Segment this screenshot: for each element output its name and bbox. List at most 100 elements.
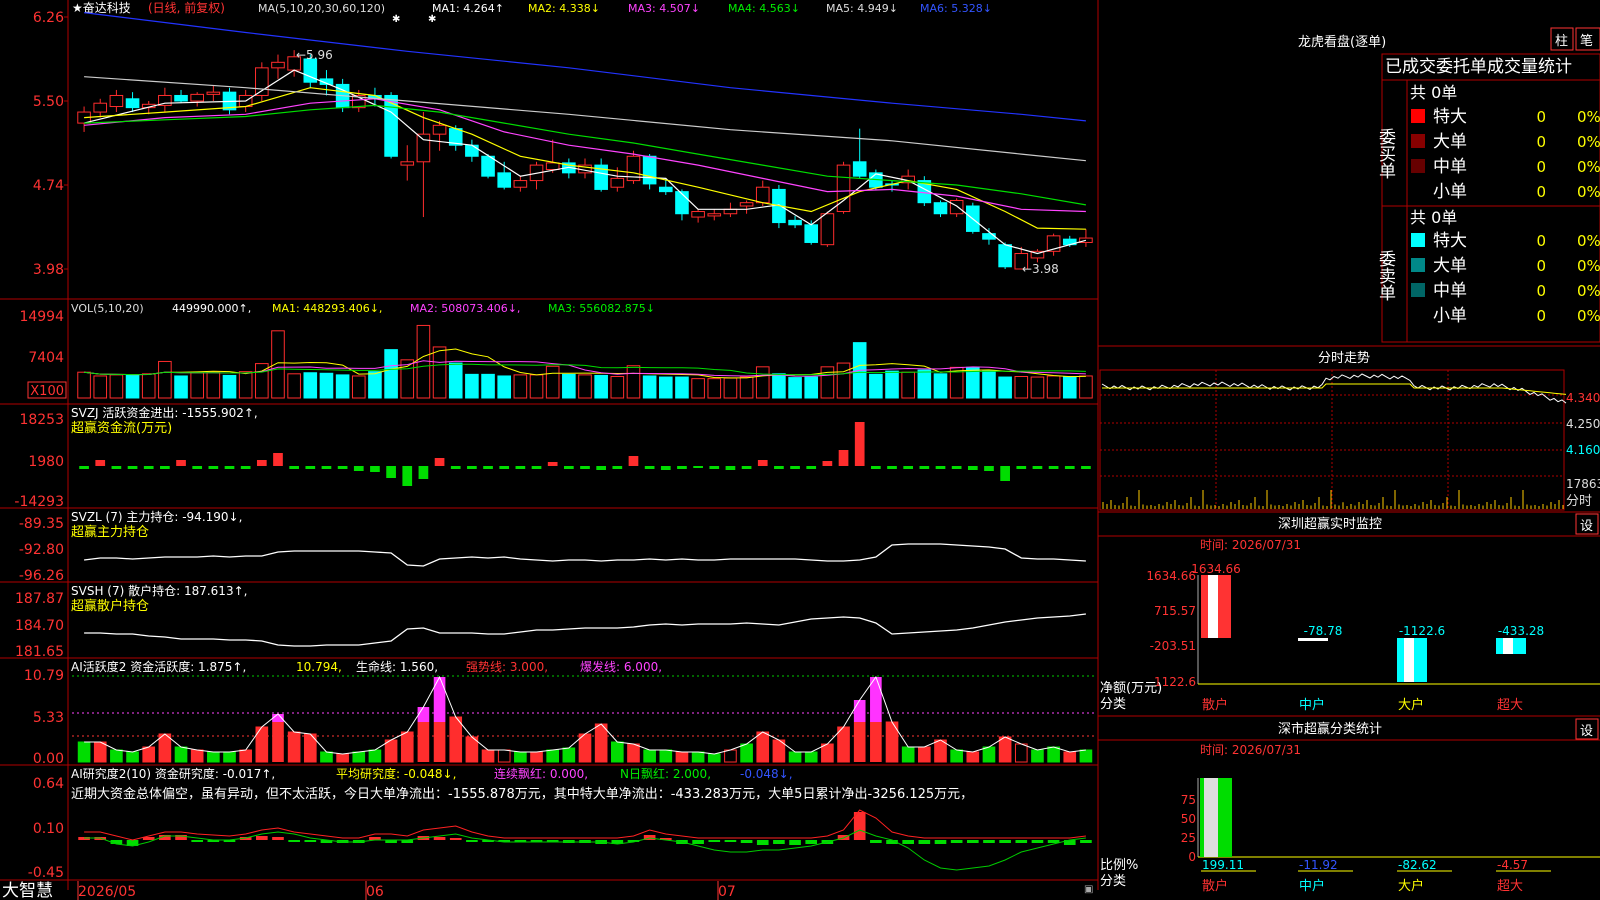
sell-row-count: 0 bbox=[1536, 232, 1546, 250]
ai-active-bar bbox=[756, 731, 770, 763]
bi-button[interactable]: 笔 bbox=[1580, 33, 1593, 49]
svzl-header: SVZL (7) 主力持仓: -94.190↓, bbox=[71, 509, 242, 524]
svzj-bar bbox=[984, 466, 994, 471]
candle-body bbox=[642, 155, 657, 185]
volume-bar bbox=[271, 330, 285, 399]
ai-active-bar bbox=[77, 741, 91, 763]
ai-research-bar bbox=[1080, 840, 1092, 843]
ai-research-panel[interactable]: AI研究度2(10) 资金研究度: -0.017↑, 平均研究度: -0.048… bbox=[28, 766, 1092, 881]
price-panel[interactable]: ★奋达科技 (日线, 前复权) MA(5,10,20,30,60,120) MA… bbox=[33, 0, 1093, 278]
svzj-bar bbox=[434, 458, 445, 466]
ai-active-bar bbox=[934, 739, 947, 763]
classify-panel[interactable]: 深市超赢分类统计 设 时间: 2026/07/31 75 50 25 0 比例%… bbox=[1098, 715, 1600, 894]
period-note[interactable]: (日线, 前复权) bbox=[148, 0, 225, 15]
ai-research-comment: 近期大资金总体偏空，虽有异动，但不太活跃，今日大单净流出：-1555.878万元… bbox=[71, 786, 973, 802]
svzj-bar bbox=[353, 466, 364, 471]
volume-bar bbox=[901, 371, 915, 399]
svzj-bar bbox=[321, 466, 332, 469]
classify-tick: 25 bbox=[1181, 831, 1196, 845]
sell-side-label: 委卖单 bbox=[1375, 250, 1396, 301]
fenshi-tick: 4.160 bbox=[1566, 443, 1600, 457]
ai-active-bar bbox=[320, 751, 333, 763]
volume-bar bbox=[610, 376, 625, 399]
candle-body bbox=[190, 93, 204, 102]
candlestick-series[interactable] bbox=[77, 50, 1093, 270]
svzj-bar bbox=[1081, 466, 1091, 469]
ai-active-bar bbox=[174, 746, 188, 763]
ai-active-tick: 5.33 bbox=[33, 710, 64, 726]
volume-bar bbox=[658, 376, 673, 399]
candle-body bbox=[610, 177, 625, 188]
stock-chart-canvas[interactable]: ★奋达科技 (日线, 前复权) MA(5,10,20,30,60,120) MA… bbox=[0, 0, 1600, 900]
svsh-tick: 184.70 bbox=[15, 618, 64, 634]
volume-bars[interactable] bbox=[77, 324, 1093, 399]
svzj-panel[interactable]: SVZJ 活跃资金进出: -1555.902↑, 超赢资金流(万元) 18253… bbox=[14, 405, 1091, 510]
svzj-bar bbox=[111, 466, 122, 469]
svzj-bar bbox=[563, 466, 574, 469]
volume-bar bbox=[1079, 375, 1093, 399]
svzj-bar bbox=[256, 460, 267, 466]
ai-research-bar bbox=[304, 840, 317, 842]
ai-active-bar bbox=[272, 722, 284, 762]
svzj-bar bbox=[854, 422, 865, 466]
sell-row-count: 0 bbox=[1536, 282, 1546, 300]
event-marker-icon[interactable]: ✱ bbox=[392, 14, 400, 25]
svzj-bar bbox=[192, 466, 203, 469]
event-marker-icon[interactable]: ✱ bbox=[428, 14, 436, 25]
svzj-bar bbox=[305, 466, 316, 469]
svsh-header: SVSH (7) 散户持仓: 187.613↑, bbox=[71, 583, 247, 598]
ma-line-5 bbox=[84, 76, 1086, 162]
volume-bar bbox=[578, 374, 592, 399]
svzj-bar bbox=[224, 466, 235, 469]
ai-research-bar bbox=[773, 840, 785, 844]
volume-bar bbox=[772, 373, 786, 399]
classify-settings-button[interactable]: 设 bbox=[1580, 724, 1593, 739]
ai-active-bar bbox=[207, 751, 220, 763]
buy-swatch bbox=[1411, 184, 1425, 198]
ma4-value: MA4: 4.563↓ bbox=[728, 2, 800, 15]
zhu-button[interactable]: 柱 bbox=[1555, 34, 1568, 49]
sell-row-pct: 0% bbox=[1577, 282, 1600, 300]
fenshi-tick: 4.340 bbox=[1566, 391, 1600, 405]
candle-body bbox=[804, 224, 819, 243]
svzj-bar bbox=[418, 466, 429, 479]
svzj-bar bbox=[612, 466, 623, 469]
classify-tick: 50 bbox=[1181, 812, 1196, 826]
ai-active-bar bbox=[740, 743, 753, 763]
svzj-bar bbox=[887, 466, 897, 469]
ai-active-panel[interactable]: AI活跃度2 资金活跃度: 1.875↑, 10.794, 生命线: 1.560… bbox=[24, 659, 1096, 767]
ai-research-bar bbox=[950, 840, 963, 843]
sell-row-pct: 0% bbox=[1577, 257, 1600, 275]
volume-panel[interactable]: VOL(5,10,20) 449990.000↑, MA1: 448293.40… bbox=[19, 302, 1093, 399]
ai-research-bar bbox=[934, 840, 947, 844]
svzj-bar bbox=[337, 466, 348, 469]
monitor-cat-label: 分类 bbox=[1100, 697, 1126, 712]
svzl-panel[interactable]: SVZL (7) 主力持仓: -94.190↓, 超赢主力持仓 -89.35 -… bbox=[19, 509, 1086, 584]
ai-research-header: AI研究度2(10) 资金研究度: -0.017↑, bbox=[71, 766, 275, 781]
fenshi-volume-bars bbox=[1102, 490, 1564, 509]
stock-name[interactable]: ★奋达科技 bbox=[72, 1, 131, 15]
ai-research-bar bbox=[288, 840, 300, 842]
monitor-bar-highlight bbox=[1404, 638, 1414, 682]
monitor-settings-button[interactable]: 设 bbox=[1580, 519, 1593, 534]
ai-research-tick: -0.45 bbox=[28, 865, 64, 881]
volume-bar bbox=[562, 373, 576, 399]
candle-body bbox=[820, 213, 835, 246]
ma-params: MA(5,10,20,30,60,120) bbox=[258, 2, 385, 15]
ai-research-bar bbox=[1015, 840, 1028, 843]
fenshi-title[interactable]: 分时走势 bbox=[1318, 350, 1370, 366]
monitor-panel[interactable]: 深圳超赢实时监控 设 时间: 2026/07/31 1634.66 715.57… bbox=[1098, 511, 1600, 713]
candle-body bbox=[933, 202, 948, 215]
fenshi-panel[interactable]: 分时走势 4.340 4.250 4.160 17863 分时 bbox=[1098, 345, 1600, 511]
ma3-value: MA3: 4.507↓ bbox=[628, 2, 700, 15]
fenshi-tick: 4.250 bbox=[1566, 417, 1600, 431]
classify-category: 散户 bbox=[1202, 878, 1228, 894]
ai-active-bar bbox=[384, 739, 398, 763]
buy-total: 共 0单 bbox=[1410, 83, 1457, 102]
vol-header-label: VOL(5,10,20) bbox=[71, 302, 144, 315]
classify-category: 超大 bbox=[1497, 879, 1523, 894]
volume-bar bbox=[465, 373, 479, 399]
buy-row-label: 大单 bbox=[1433, 132, 1467, 152]
volume-bar bbox=[836, 362, 851, 399]
svsh-panel[interactable]: SVSH (7) 散户持仓: 187.613↑, 超赢散户持仓 187.87 1… bbox=[15, 583, 1086, 660]
